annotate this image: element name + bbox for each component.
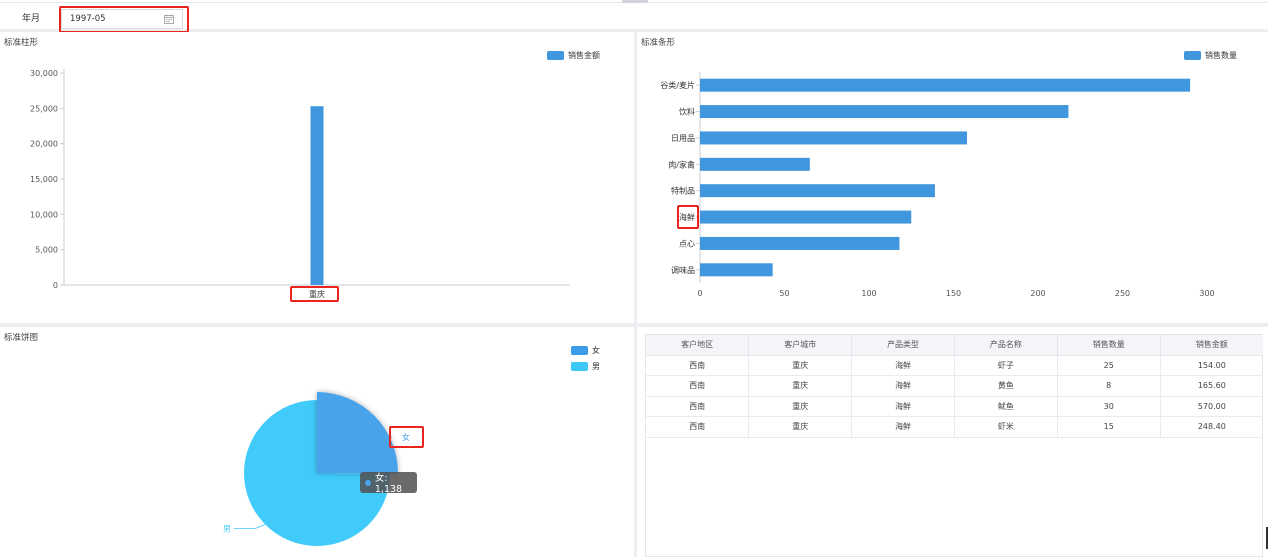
dashboard-page: 年月 1997-05 标准柱形 销售金额 30,000 25,000 20,000 1… [0, 0, 1268, 557]
y-tick-label: 10,000 [30, 210, 58, 219]
table-cell: 重庆 [748, 396, 853, 417]
y-tick-label: 5,000 [35, 246, 58, 255]
x-tick-label: 250 [1115, 289, 1130, 298]
table-cell: 30 [1057, 396, 1161, 417]
bar[interactable] [700, 236, 900, 250]
table-cell: 虾子 [954, 355, 1058, 376]
y-category-label: 肉/家禽 [668, 159, 695, 169]
hbar-chart-svg: 0 50 100 150 200 250 300 谷类/麦片饮料日用品肉/家禽特制品海鲜点心调… [660, 72, 1215, 298]
year-month-label: 年月 [22, 14, 41, 24]
y-category-label: 海鲜 [679, 212, 695, 222]
x-category-label: 重庆 [309, 289, 325, 299]
table-cell: 虾米 [954, 416, 1058, 438]
bar[interactable] [700, 78, 1191, 92]
x-tick-label: 150 [946, 289, 961, 298]
column-header[interactable]: 产品类型 [851, 335, 955, 356]
filter-bar: 年月 1997-05 [0, 3, 1268, 32]
detail-table: 客户地区 客户城市 产品类型 产品名称 销售数量 销售金额 西南 重庆 海鲜 虾… [645, 334, 1263, 557]
column-header[interactable]: 客户城市 [748, 335, 853, 356]
table-cell: 154.00 [1160, 355, 1263, 376]
pie-slice-female[interactable] [317, 392, 399, 474]
y-tick-label: 15,000 [30, 175, 58, 184]
table-cell: 165.60 [1160, 375, 1263, 397]
table-cell: 西南 [646, 396, 750, 417]
table-cell: 黄鱼 [954, 375, 1058, 397]
table-cell: 西南 [646, 375, 750, 397]
x-tick-label: 200 [1030, 289, 1045, 298]
column-header[interactable]: 销售金额 [1160, 335, 1263, 356]
x-tick-label: 0 [697, 289, 702, 298]
tooltip-dot [365, 479, 371, 486]
pie-chart-svg: 女男 [223, 392, 410, 546]
table-cell: 海鲜 [851, 396, 955, 417]
y-category-label: 调味品 [671, 265, 695, 275]
table-cell: 西南 [646, 416, 750, 438]
table-row[interactable]: 西南 重庆 海鲜 虾米 15 248.40 [646, 416, 1263, 438]
table-header-row: 客户地区 客户城市 产品类型 产品名称 销售数量 销售金额 [646, 335, 1263, 356]
bar[interactable] [700, 263, 773, 277]
pie-tooltip: 女: 1,138 [360, 472, 417, 495]
hbar-chart-panel: 标准条形 销售数量 0 50 100 150 200 250 300 谷类/麦片 饮料 日用品 肉/… [637, 32, 1268, 323]
table-cell: 570.00 [1160, 396, 1263, 417]
x-tick-label: 100 [861, 289, 876, 298]
calendar-icon[interactable] [164, 14, 174, 24]
table-cell: 重庆 [748, 355, 853, 376]
y-category-label: 日用品 [671, 134, 695, 143]
column-header[interactable]: 产品名称 [954, 335, 1058, 356]
pie-label-female: 女 [402, 432, 410, 442]
bar[interactable] [310, 106, 324, 285]
pie-label-line [234, 524, 266, 529]
column-header[interactable]: 客户地区 [646, 335, 750, 356]
table-cell: 西南 [646, 355, 750, 376]
table-cell: 248.40 [1160, 416, 1263, 438]
pie-chart-panel: 标准饼图 女 男 女男 [0, 327, 634, 557]
y-category-label: 点心 [679, 239, 695, 248]
table-cell: 重庆 [748, 375, 853, 397]
year-month-date-picker[interactable]: 1997-05 [61, 9, 183, 29]
table-cell: 海鲜 [851, 355, 955, 376]
y-category-label: 特制品 [671, 186, 695, 196]
bar[interactable] [700, 184, 935, 198]
table-row[interactable]: 西南 重庆 海鲜 虾子 25 154.00 [646, 355, 1263, 376]
table-cell: 8 [1057, 375, 1161, 397]
bar[interactable] [700, 131, 968, 145]
y-category-label: 谷类/麦片 [660, 80, 695, 90]
pie-label-male: 男 [223, 524, 231, 533]
y-tick-label: 0 [53, 281, 58, 290]
table-row[interactable]: 西南 重庆 海鲜 黄鱼 8 165.60 [646, 375, 1263, 397]
y-tick-label: 25,000 [30, 104, 58, 113]
table-cell: 重庆 [748, 416, 853, 438]
tooltip-text: 女: 1,138 [374, 473, 403, 495]
date-value: 1997-05 [70, 14, 106, 24]
table-cell: 海鲜 [851, 416, 955, 438]
table-cell: 15 [1057, 416, 1161, 438]
x-tick-label: 300 [1199, 289, 1214, 298]
x-tick-label: 50 [779, 289, 789, 298]
bar[interactable] [700, 105, 1069, 119]
table-cell: 海鲜 [851, 375, 955, 397]
table-cell: 25 [1057, 355, 1161, 376]
y-tick-label: 30,000 [30, 69, 58, 78]
bar-chart-panel: 标准柱形 销售金额 30,000 25,000 20,000 15,000 10,000… [0, 32, 634, 323]
y-category-label: 饮料 [679, 107, 695, 117]
y-tick-label: 20,000 [30, 140, 58, 149]
column-header[interactable]: 销售数量 [1057, 335, 1161, 356]
table-row[interactable]: 西南 重庆 海鲜 鱿鱼 30 570.00 [646, 396, 1263, 417]
bar[interactable] [700, 157, 810, 171]
bar[interactable] [700, 210, 912, 224]
table-cell: 鱿鱼 [954, 396, 1058, 417]
bar-chart-svg: 30,000 25,000 20,000 15,000 10,000 5,000 0 重庆 [30, 69, 570, 299]
